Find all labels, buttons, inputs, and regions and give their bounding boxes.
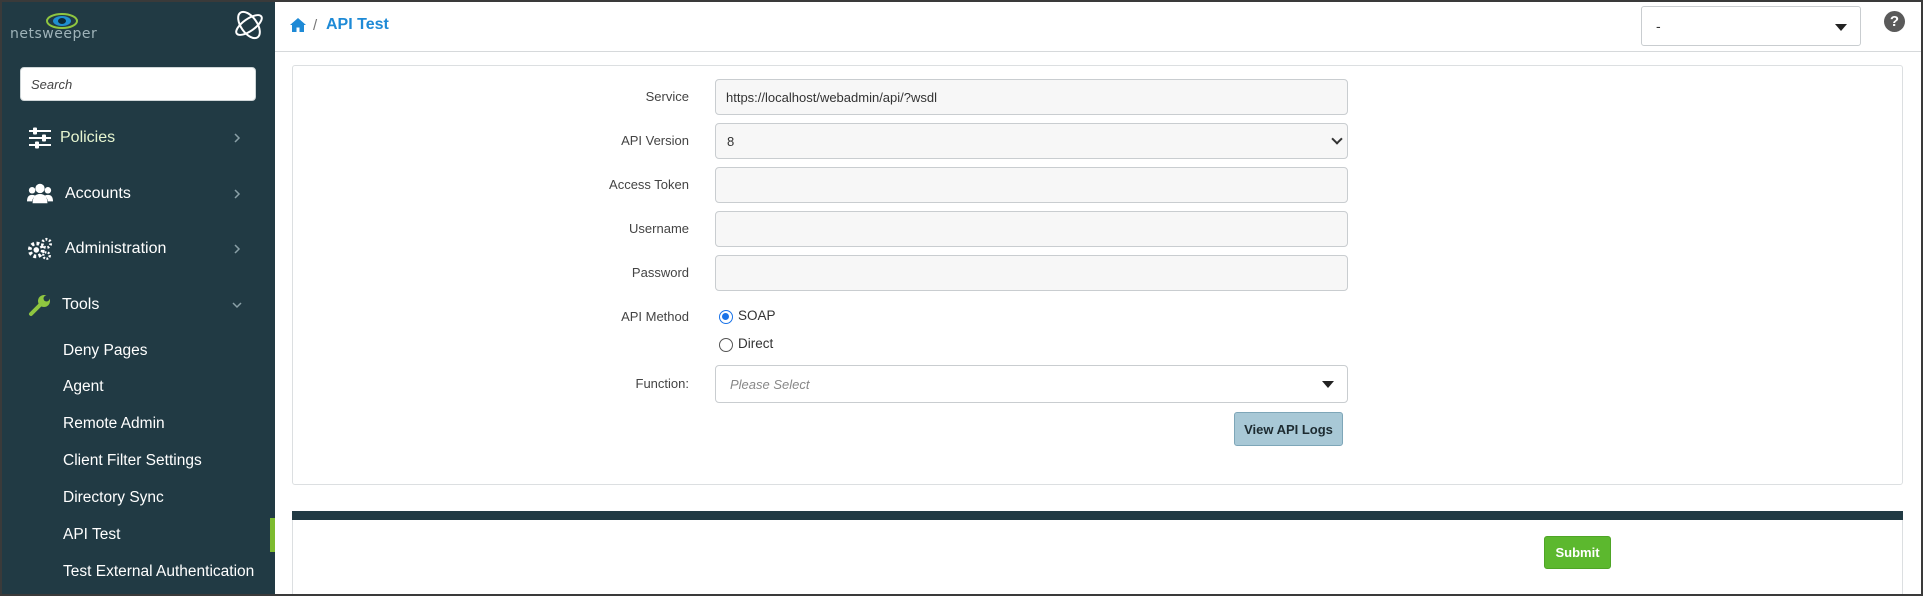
radio-direct[interactable] bbox=[719, 338, 733, 352]
submit-button[interactable]: Submit bbox=[1544, 536, 1611, 569]
api-version-select[interactable]: 8 bbox=[715, 123, 1348, 159]
access-token-label: Access Token bbox=[609, 177, 689, 192]
username-input[interactable] bbox=[715, 211, 1348, 247]
brand-name: netsweeper bbox=[10, 26, 98, 42]
sidebar-item-policies[interactable]: Policies bbox=[0, 115, 275, 161]
function-placeholder: Please Select bbox=[730, 377, 810, 392]
function-select[interactable]: Please Select bbox=[715, 365, 1348, 403]
sidebar-item-accounts[interactable]: Accounts bbox=[0, 171, 275, 217]
service-input[interactable] bbox=[715, 79, 1348, 115]
access-token-input[interactable] bbox=[715, 167, 1348, 203]
radio-direct-label: Direct bbox=[738, 336, 774, 351]
chevron-right-icon bbox=[234, 189, 241, 199]
chevron-down-icon bbox=[232, 302, 242, 309]
sidebar-item-label: Accounts bbox=[65, 185, 131, 202]
sidebar-item-tools[interactable]: Tools bbox=[0, 282, 275, 328]
sidebar-item-label: Administration bbox=[65, 240, 167, 257]
api-version-label: API Version bbox=[621, 133, 689, 148]
function-label: Function: bbox=[635, 376, 689, 391]
page-title: API Test bbox=[326, 16, 389, 33]
caret-down-icon bbox=[1322, 381, 1334, 388]
sidebar-item-administration[interactable]: Administration bbox=[0, 226, 275, 272]
view-api-logs-button[interactable]: View API Logs bbox=[1234, 412, 1343, 446]
sidebar: netsweeper Policies bbox=[0, 0, 275, 596]
password-label: Password bbox=[631, 265, 689, 280]
api-method-label: API Method bbox=[621, 309, 689, 324]
username-label: Username bbox=[629, 221, 689, 236]
help-icon[interactable]: ? bbox=[1884, 11, 1905, 32]
sidebar-item-label: Tools bbox=[62, 296, 100, 313]
sidebar-subitem-deny-pages[interactable]: Deny Pages bbox=[0, 334, 275, 368]
password-input[interactable] bbox=[715, 255, 1348, 291]
sidebar-subitem-agent[interactable]: Agent bbox=[0, 370, 275, 404]
api-version-value: 8 bbox=[727, 134, 735, 149]
sidebar-subitem-client-filter-settings[interactable]: Client Filter Settings bbox=[0, 444, 275, 478]
sidebar-subitem-api-test[interactable]: API Test bbox=[0, 518, 275, 552]
orbit-icon[interactable] bbox=[231, 6, 267, 44]
chevron-down-icon bbox=[1331, 133, 1343, 145]
sidebar-item-label: Policies bbox=[60, 129, 116, 146]
top-dropdown-value: - bbox=[1656, 18, 1661, 34]
sidebar-search-input[interactable] bbox=[20, 67, 256, 101]
service-label: Service bbox=[645, 89, 689, 104]
caret-down-icon bbox=[1835, 24, 1847, 31]
results-panel bbox=[292, 520, 1903, 596]
sidebar-subitem-remote-admin[interactable]: Remote Admin bbox=[0, 407, 275, 441]
breadcrumb-separator: / bbox=[313, 17, 318, 34]
sliders-icon bbox=[27, 125, 53, 151]
radio-soap[interactable] bbox=[719, 310, 733, 324]
sidebar-subitem-test-external-authentication[interactable]: Test External Authentication bbox=[0, 555, 275, 589]
wrench-icon bbox=[27, 292, 53, 318]
chevron-right-icon bbox=[234, 244, 241, 254]
section-divider bbox=[292, 511, 1903, 520]
gears-icon bbox=[27, 236, 53, 262]
home-icon[interactable] bbox=[289, 17, 307, 33]
radio-soap-label: SOAP bbox=[738, 308, 776, 323]
users-icon bbox=[27, 181, 53, 207]
sidebar-subitem-directory-sync[interactable]: Directory Sync bbox=[0, 481, 275, 515]
chevron-right-icon bbox=[234, 133, 241, 143]
top-dropdown[interactable]: - bbox=[1641, 6, 1861, 46]
active-indicator bbox=[270, 518, 275, 552]
